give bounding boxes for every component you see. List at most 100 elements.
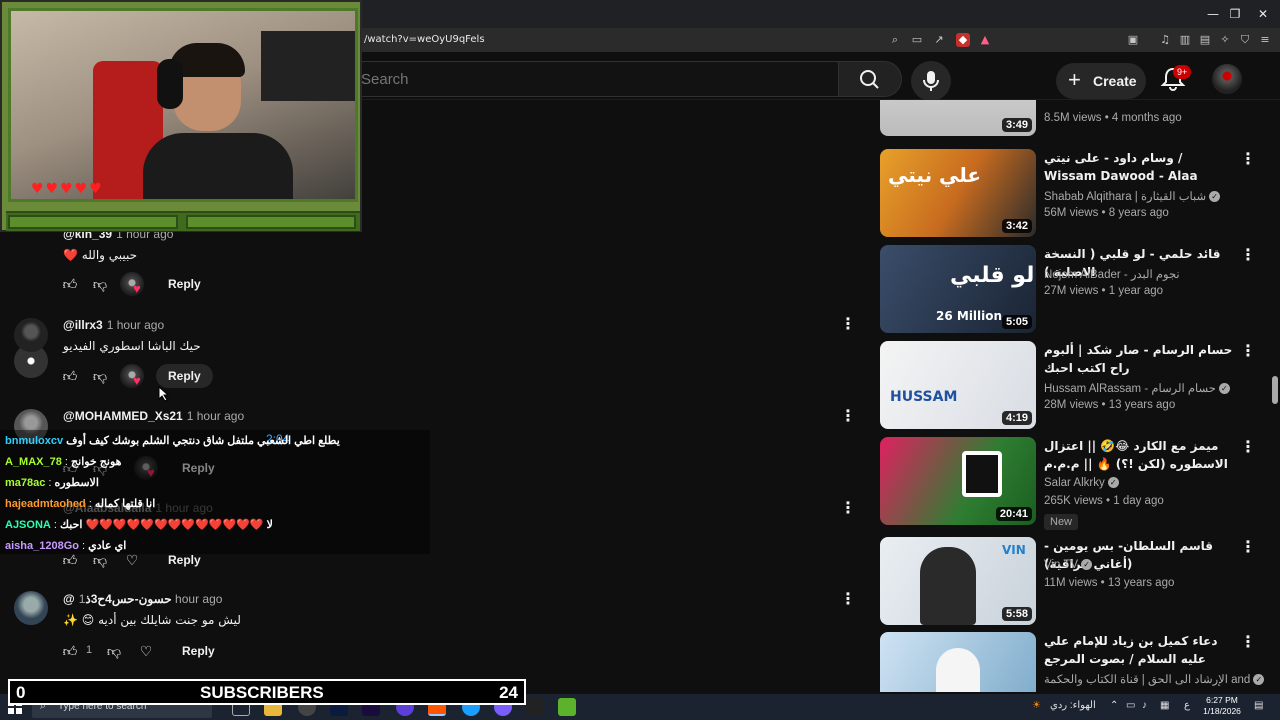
video-more-icon[interactable]: ⋮ — [1240, 341, 1256, 361]
url-text[interactable]: /watch?v=weOyU9qFels — [364, 34, 485, 45]
account-avatar[interactable] — [1212, 64, 1242, 94]
channel-name[interactable]: Nojom AlBader - نجوم البدر — [1044, 267, 1180, 281]
menu-icon[interactable]: ≡ — [1258, 33, 1272, 47]
reply-button[interactable]: Reply — [156, 272, 213, 296]
network-icon[interactable]: ▭ — [1126, 700, 1135, 711]
avatar[interactable] — [14, 318, 48, 352]
heart-outline-icon[interactable]: ♡ — [136, 641, 156, 661]
search-input[interactable] — [361, 62, 831, 96]
volume-icon[interactable]: ♪ — [1142, 700, 1147, 711]
video-thumbnail[interactable]: 3:49 — [880, 100, 1036, 136]
video-channel[interactable]: الإرشاد الى الحق | قناة الكتاب والحكمة a… — [1044, 672, 1265, 686]
video-meta: 8.5M views • 4 months ago — [1044, 112, 1182, 124]
reply-button[interactable]: Reply — [170, 639, 227, 663]
dislike-icon[interactable]: 👎︎ — [90, 274, 110, 294]
cast-icon[interactable]: ▭ — [910, 33, 924, 47]
subscriber-goal-bar: 0 SUBSCRIBERS 24 — [8, 679, 526, 705]
recommended-video[interactable]: لو قلبي 26 Million 5:05 قائد حلمي - لو ق… — [878, 245, 1270, 335]
comment-more-icon[interactable]: ⋮ — [840, 314, 856, 334]
channel-name[interactable]: Shabab Alqithara | شباب القيثارة — [1044, 191, 1206, 203]
notification-center-icon[interactable]: ▤ — [1254, 700, 1263, 711]
video-title[interactable]: وسام داود - على نيتي / Wissam Dawood - A… — [1044, 149, 1234, 185]
system-clock[interactable]: 6:27 PM 1/18/2026 — [1198, 695, 1246, 717]
video-more-icon[interactable]: ⋮ — [1240, 245, 1256, 265]
dislike-icon[interactable]: 👎︎ — [90, 366, 110, 386]
language-indicator[interactable]: ع — [1184, 700, 1190, 711]
create-button[interactable]: + Create — [1056, 63, 1146, 99]
search-icon — [860, 70, 879, 89]
recommended-video[interactable]: VIN 5:58 قاسم السلطان- بس يومين - (أغاني… — [878, 537, 1270, 627]
video-more-icon[interactable]: ⋮ — [1240, 149, 1256, 169]
comment-author[interactable]: @illrx3 — [63, 318, 103, 332]
voice-search-button[interactable] — [911, 61, 951, 101]
wallet-icon[interactable]: ▤ — [1198, 33, 1212, 47]
channel-name[interactable]: Hussam AlRassam - حسام الرسام — [1044, 383, 1216, 395]
comment-author[interactable]: @MOHAMMED_Xs21 — [63, 409, 183, 423]
panel-icon[interactable]: ▥ — [1178, 33, 1192, 47]
comment-more-icon[interactable]: ⋮ — [840, 498, 856, 518]
recommended-video[interactable]: 20:41 ميمز مع الكارد 😂🤣 || اعتزال الاسطو… — [878, 437, 1270, 530]
zoom-icon[interactable]: ⌕ — [888, 33, 902, 47]
recommended-video[interactable]: HUSSAM 4:19 حسام الرسام - صار شكد | ألبو… — [878, 341, 1270, 431]
video-more-icon[interactable]: ⋮ — [1240, 632, 1256, 652]
reply-button[interactable]: Reply — [156, 364, 213, 388]
minecraft-icon[interactable] — [558, 698, 576, 716]
video-title[interactable]: ميمز مع الكارد 😂🤣 || اعتزال الاسطوره (لك… — [1044, 437, 1234, 473]
clock-date: 1/18/2026 — [1203, 706, 1241, 716]
keyboard-icon[interactable]: ▦ — [1160, 700, 1169, 711]
video-thumbnail[interactable]: لو قلبي 26 Million 5:05 — [880, 245, 1036, 333]
chat-text: انا قلتها كماله — [94, 498, 156, 510]
recommended-video[interactable]: دعاء كميل بن زياد للإمام علي عليه السلام… — [878, 632, 1270, 692]
search-button[interactable] — [838, 61, 902, 97]
video-more-icon[interactable]: ⋮ — [1240, 437, 1256, 457]
video-channel[interactable]: Salar Alkrky ✓ — [1044, 477, 1119, 489]
video-thumbnail[interactable]: HUSSAM 4:19 — [880, 341, 1036, 429]
video-title[interactable]: حسام الرسام - صار شكد | ألبوم راح اكتب ا… — [1044, 341, 1234, 377]
comment-header: @MOHAMMED_Xs21 1 hour ago — [63, 409, 244, 423]
channel-name[interactable]: Salar Alkrky — [1044, 477, 1105, 489]
video-channel[interactable]: Vin TV ✓ — [1044, 559, 1093, 571]
video-thumbnail[interactable]: 20:41 — [880, 437, 1036, 525]
recommended-sidebar: 3:49 8.5M views • 4 months ago علي نيتي … — [878, 100, 1270, 692]
thumbnail-figure — [936, 648, 980, 692]
vpn-icon[interactable]: ⛉ — [1238, 33, 1252, 47]
headset-icon — [157, 59, 183, 109]
chat-text: احبك — [60, 519, 83, 531]
like-icon[interactable]: 👍︎ — [60, 274, 80, 294]
tray-chevron-icon[interactable]: ⌃ — [1110, 700, 1118, 711]
comment-time[interactable]: 1 hour ago — [107, 318, 164, 332]
share-icon[interactable]: ↗ — [932, 33, 946, 47]
thumbnail-text: HUSSAM — [890, 389, 958, 405]
brave-shield-icon[interactable]: ◆ — [956, 33, 970, 47]
weather-text[interactable]: الهواء: ردي — [1050, 700, 1096, 711]
video-thumbnail[interactable]: VIN 5:58 — [880, 537, 1036, 625]
sidebar-icon[interactable]: ▣ — [1126, 33, 1140, 47]
comment-time[interactable]: 1 hour ago — [187, 409, 244, 423]
scrollbar-thumb[interactable] — [1272, 376, 1278, 404]
recommended-video[interactable]: 3:49 8.5M views • 4 months ago — [878, 100, 1270, 138]
rewards-icon[interactable]: ▲ — [978, 33, 992, 47]
ai-icon[interactable]: ✧ — [1218, 33, 1232, 47]
video-thumbnail[interactable] — [880, 632, 1036, 692]
comment-more-icon[interactable]: ⋮ — [840, 589, 856, 609]
video-more-icon[interactable]: ⋮ — [1240, 537, 1256, 557]
channel-name[interactable]: Vin TV — [1044, 559, 1078, 571]
search-box[interactable] — [355, 61, 839, 97]
music-icon[interactable]: ♫ — [1158, 33, 1172, 47]
video-channel[interactable]: Shabab Alqithara | شباب القيثارة ✓ — [1044, 189, 1221, 203]
comment-text: حيك الباشا اسطوري الفيديو — [63, 339, 201, 353]
like-icon[interactable]: 👍︎ — [60, 641, 80, 661]
recommended-video[interactable]: علي نيتي 3:42 وسام داود - على نيتي / Wis… — [878, 149, 1270, 239]
video-title[interactable]: دعاء كميل بن زياد للإمام علي عليه السلام… — [1044, 632, 1234, 668]
like-icon[interactable]: 👍︎ — [60, 366, 80, 386]
channel-name[interactable]: الإرشاد الى الحق | قناة الكتاب والحكمة a… — [1044, 674, 1250, 686]
avatar[interactable] — [14, 591, 48, 625]
video-thumbnail[interactable]: علي نيتي 3:42 — [880, 149, 1036, 237]
capcut-icon[interactable] — [526, 698, 544, 716]
close-icon[interactable]: ✕ — [1246, 0, 1280, 28]
video-channel[interactable]: Hussam AlRassam - حسام الرسام ✓ — [1044, 381, 1230, 395]
dislike-icon[interactable]: 👎︎ — [104, 641, 124, 661]
mouse-cursor-icon — [158, 386, 170, 402]
comment-more-icon[interactable]: ⋮ — [840, 406, 856, 426]
webcam-frame-bar — [6, 211, 360, 231]
